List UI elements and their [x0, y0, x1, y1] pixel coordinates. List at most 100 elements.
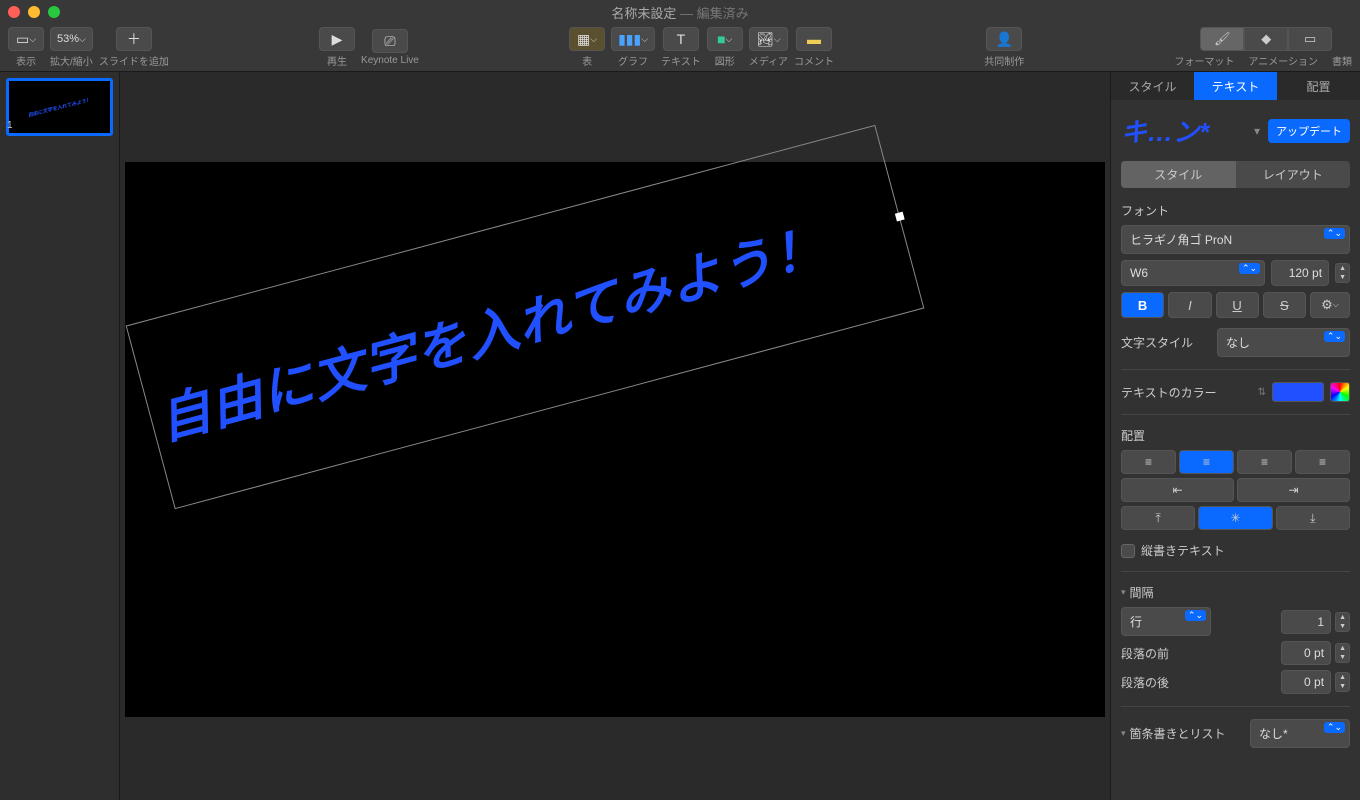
line-spacing-select[interactable]: 行 — [1121, 607, 1211, 636]
zoom-button[interactable]: 53% — [50, 27, 93, 51]
chevron-down-icon[interactable]: ▾ — [1254, 124, 1260, 138]
keynote-live-label: Keynote Live — [361, 55, 419, 66]
spacing-disclosure[interactable]: 間隔 — [1121, 584, 1350, 601]
maximize-button[interactable] — [48, 6, 60, 18]
play-button[interactable]: ▶ — [319, 27, 355, 51]
media-button[interactable]: 🏞 — [749, 27, 788, 51]
close-button[interactable] — [8, 6, 20, 18]
table-button[interactable]: ▦ — [569, 27, 605, 51]
plus-icon: ＋ — [127, 29, 141, 49]
minimize-button[interactable] — [28, 6, 40, 18]
shape-icon: ■ — [717, 31, 725, 47]
window-controls — [8, 6, 60, 18]
titlebar: 名称未設定 — 編集済み — [0, 0, 1360, 24]
char-style-label: 文字スタイル — [1121, 334, 1211, 351]
slide-number: 1 — [7, 120, 13, 131]
comment-icon: ▬ — [807, 31, 821, 47]
slide-canvas[interactable]: 自由に文字を入れてみよう！ — [125, 162, 1105, 717]
tab-style[interactable]: スタイル — [1111, 72, 1194, 100]
thumbnail-text: 自由に文字を入れてみよう！ — [27, 96, 92, 118]
slide-thumbnail[interactable]: 1 自由に文字を入れてみよう！ — [6, 78, 113, 136]
align-left-button[interactable]: ≡ — [1121, 450, 1176, 474]
chevron-down-icon[interactable]: ▼ — [1336, 273, 1349, 282]
document-name: 名称未設定 — [611, 6, 676, 21]
font-weight-select[interactable]: W6 — [1121, 260, 1265, 286]
tab-text[interactable]: テキスト — [1194, 72, 1277, 100]
brush-icon: 🖌 — [1214, 31, 1231, 47]
color-picker-button[interactable] — [1330, 382, 1350, 402]
indent-decrease-button[interactable]: ⇤ — [1121, 478, 1234, 502]
document-button[interactable]: ▭ — [1288, 27, 1332, 51]
seg-style[interactable]: スタイル — [1121, 161, 1236, 188]
inspector-body: キ…ン* ▾ アップデート スタイル レイアウト フォント ヒラギノ角ゴ Pro… — [1111, 100, 1360, 800]
chevron-up-icon[interactable]: ▲ — [1336, 264, 1349, 273]
italic-button[interactable]: I — [1168, 292, 1211, 318]
space-before-stepper[interactable]: ▲▼ — [1335, 643, 1350, 663]
text-box[interactable]: 自由に文字を入れてみよう！ — [149, 185, 901, 449]
update-style-button[interactable]: アップデート — [1268, 119, 1350, 143]
strikethrough-button[interactable]: S — [1263, 292, 1306, 318]
alignment-label: 配置 — [1121, 427, 1350, 444]
view-label: 表示 — [16, 53, 36, 68]
bullets-select[interactable]: なし* — [1250, 719, 1350, 748]
tab-arrange[interactable]: 配置 — [1277, 72, 1360, 100]
bullets-disclosure[interactable]: 箇条書きとリスト — [1121, 725, 1226, 742]
text-color-swatch[interactable] — [1272, 382, 1324, 402]
selection-border — [126, 125, 925, 509]
paragraph-style-name[interactable]: キ…ン* — [1121, 112, 1246, 149]
valign-middle-icon: ✳ — [1230, 511, 1240, 525]
space-after-label: 段落の後 — [1121, 674, 1169, 691]
vertical-text-checkbox[interactable] — [1121, 544, 1135, 558]
indent-increase-button[interactable]: ⇥ — [1237, 478, 1350, 502]
font-size-input[interactable]: 120 pt — [1271, 260, 1329, 286]
collaborate-button[interactable]: 👤 — [986, 27, 1022, 51]
valign-bottom-button[interactable]: ⤓ — [1276, 506, 1350, 530]
present-icon: ⎚ — [384, 33, 395, 50]
animate-button[interactable]: ◆ — [1244, 27, 1288, 51]
text-icon: T — [677, 31, 686, 47]
gear-icon: ⚙ — [1321, 297, 1333, 313]
add-slide-button[interactable]: ＋ — [116, 27, 152, 51]
comment-button[interactable]: ▬ — [796, 27, 832, 51]
advanced-font-button[interactable]: ⚙⌵ — [1310, 292, 1350, 318]
valign-bottom-icon: ⤓ — [1310, 511, 1315, 526]
line-spacing-value[interactable]: 1 — [1281, 610, 1331, 634]
valign-middle-button[interactable]: ✳ — [1198, 506, 1272, 530]
play-icon: ▶ — [332, 31, 343, 48]
format-button[interactable]: 🖌 — [1200, 27, 1244, 51]
zoom-label: 拡大/縮小 — [50, 53, 93, 68]
char-style-select[interactable]: なし — [1217, 328, 1350, 357]
chart-button[interactable]: ▮▮▮ — [611, 27, 655, 51]
text-button[interactable]: T — [663, 27, 699, 51]
underline-button[interactable]: U — [1216, 292, 1259, 318]
chevron-updown-icon[interactable]: ⇅ — [1258, 387, 1266, 398]
canvas-area: 自由に文字を入れてみよう！ — [120, 72, 1110, 800]
font-family-select[interactable]: ヒラギノ角ゴ ProN — [1121, 225, 1350, 254]
style-layout-segment: スタイル レイアウト — [1121, 161, 1350, 188]
align-justify-button[interactable]: ≡ — [1295, 450, 1350, 474]
space-after-value[interactable]: 0 pt — [1281, 670, 1331, 694]
seg-layout[interactable]: レイアウト — [1236, 161, 1351, 188]
line-spacing-stepper[interactable]: ▲▼ — [1335, 612, 1350, 632]
table-icon: ▦ — [577, 31, 590, 48]
space-after-stepper[interactable]: ▲▼ — [1335, 672, 1350, 692]
slide-navigator: 1 自由に文字を入れてみよう！ — [0, 72, 120, 800]
toolbar: ▭ 表示 53% 拡大/縮小 ＋ スライドを追加 ▶ 再生 ⎚ Keynote … — [0, 24, 1360, 72]
resize-handle-right[interactable] — [895, 212, 905, 222]
shape-button[interactable]: ■ — [707, 27, 743, 51]
outdent-icon: ⇤ — [1172, 483, 1182, 497]
align-center-icon: ≡ — [1203, 455, 1210, 469]
align-left-icon: ≡ — [1145, 455, 1152, 469]
view-button[interactable]: ▭ — [8, 27, 44, 51]
bold-button[interactable]: B — [1121, 292, 1164, 318]
align-right-button[interactable]: ≡ — [1237, 450, 1292, 474]
window-title: 名称未設定 — 編集済み — [611, 3, 748, 22]
align-center-button[interactable]: ≡ — [1179, 450, 1234, 474]
font-size-stepper[interactable]: ▲▼ — [1335, 263, 1350, 283]
keynote-live-button[interactable]: ⎚ — [372, 29, 408, 53]
align-justify-icon: ≡ — [1319, 455, 1326, 469]
person-icon: 👤 — [996, 31, 1013, 48]
space-before-value[interactable]: 0 pt — [1281, 641, 1331, 665]
valign-top-button[interactable]: ⤒ — [1121, 506, 1195, 530]
main-area: 1 自由に文字を入れてみよう！ 自由に文字を入れてみよう！ スタイル テキスト … — [0, 72, 1360, 800]
